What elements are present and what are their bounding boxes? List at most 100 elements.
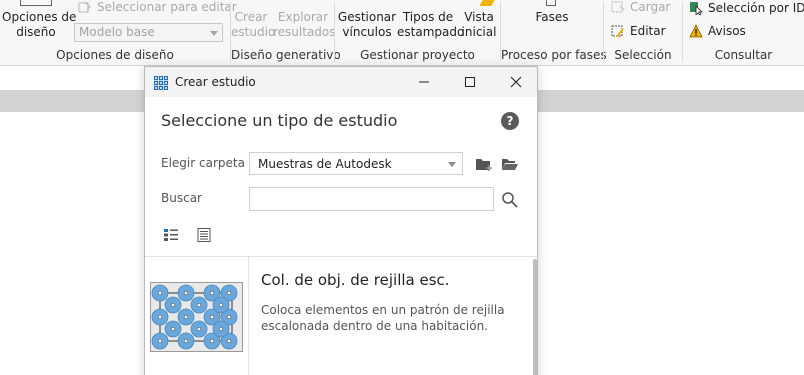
minimize-icon (419, 81, 429, 83)
list-view-button[interactable] (160, 224, 182, 246)
warnings-icon (689, 24, 703, 38)
load-selection-label: Cargar (630, 0, 671, 14)
edit-selection-button[interactable]: Editar (611, 24, 666, 38)
panel-generative-design: Crear estudio Explorar resultados Diseño… (231, 0, 341, 66)
maximize-button[interactable] (447, 67, 493, 97)
grid-node-center (209, 290, 215, 296)
grid-node-center (218, 302, 224, 308)
create-study-label-2: estudio (231, 25, 276, 39)
panel-title-generative: Diseño generativo (231, 48, 341, 62)
folder-label: Elegir carpeta (161, 156, 245, 170)
design-options-icon (20, 0, 52, 6)
study-title[interactable]: Col. de obj. de rejilla esc. (261, 271, 450, 289)
dialog-title: Crear estudio (175, 75, 256, 89)
panel-title-inquiry: Consultar (714, 48, 773, 62)
help-icon[interactable]: ? (501, 112, 519, 130)
select-by-id-icon (689, 1, 703, 16)
grid-node-center (209, 314, 215, 320)
grid-node-center (196, 326, 202, 332)
grid-node-center (157, 314, 163, 320)
study-description: Coloca elementos en un patrón de rejilla… (261, 303, 505, 333)
close-icon (510, 76, 522, 88)
minimize-button[interactable] (401, 67, 447, 97)
folder-select[interactable]: Muestras de Autodesk (249, 152, 463, 175)
search-input[interactable] (249, 187, 494, 211)
manage-links-button[interactable]: Gestionar vínculos (337, 10, 397, 40)
panel-title-project: Gestionar proyecto (360, 48, 475, 62)
chevron-down-icon (210, 31, 218, 36)
new-folder-icon (476, 159, 492, 171)
edit-selection-icon (611, 24, 625, 38)
select-for-edit-icon (78, 0, 92, 14)
grid-node-center (157, 290, 163, 296)
design-option-combo-value: Modelo base (79, 25, 155, 39)
list-view-icon (164, 229, 178, 241)
grid-node-center (170, 302, 176, 308)
study-thumbnail-column[interactable] (145, 257, 249, 375)
select-for-edit-label: Seleccionar para editar (97, 0, 237, 14)
panel-phasing: Fases Proceso por fases (501, 0, 607, 66)
grid-node-center (209, 338, 215, 344)
starting-view-label-1: Vista (464, 10, 494, 24)
grid-node-center (226, 314, 232, 320)
grid-node-center (196, 302, 202, 308)
open-folder-icon (502, 159, 518, 170)
detail-view-button[interactable] (193, 224, 215, 246)
panel-title-design-options: Opciones de diseño (56, 48, 174, 62)
explore-outcomes-label-2: resultados (273, 25, 336, 39)
grid-node-center (226, 338, 232, 344)
panel-manage-project: Gestionar vínculos Tipos de estampado Vi… (335, 0, 500, 66)
starting-view-button[interactable]: Vista inicial (459, 10, 499, 40)
phases-icon (546, 0, 556, 6)
new-folder-button[interactable] (473, 153, 495, 175)
select-for-edit-button[interactable]: Seleccionar para editar (78, 0, 237, 14)
dialog-heading: Seleccione un tipo de estudio (161, 111, 398, 130)
explore-outcomes-button[interactable]: Explorar resultados (273, 10, 336, 40)
load-selection-button[interactable]: Cargar (611, 0, 670, 14)
edit-selection-label: Editar (630, 24, 666, 38)
grid-node-center (170, 326, 176, 332)
panel-title-selection: Selección (614, 48, 672, 62)
maximize-icon (465, 77, 475, 87)
manage-links-label-1: Gestionar (337, 10, 397, 24)
starting-view-label-2: inicial (461, 25, 497, 39)
panel-inquiry: Selección por ID Avisos Consultar (683, 0, 804, 66)
warnings-button[interactable]: Avisos (689, 24, 746, 38)
titleblocks-label-1: Tipos de (402, 10, 454, 24)
load-selection-icon (611, 0, 625, 14)
study-list-scrollbar[interactable] (533, 259, 537, 375)
grid-node-center (183, 314, 189, 320)
manage-links-label-2: vínculos (342, 25, 392, 39)
grid-app-icon (153, 75, 169, 94)
staggered-grid-icon (151, 284, 238, 350)
panel-selection: Cargar Editar Selección (604, 0, 682, 66)
design-options-label-1: Opciones de (2, 10, 77, 24)
search-icon (502, 192, 518, 208)
titleblocks-label-2: estampado (397, 25, 465, 39)
design-options-button[interactable]: Opciones de diseño (2, 10, 77, 40)
search-label: Buscar (161, 191, 202, 205)
panel-design-options: Opciones de diseño Seleccionar para edit… (0, 0, 237, 66)
dialog-titlebar[interactable]: Crear estudio (145, 67, 537, 97)
starting-view-icon (479, 0, 495, 6)
search-button[interactable] (499, 189, 521, 211)
create-study-label-1: Crear (234, 10, 268, 24)
open-folder-button[interactable] (499, 153, 521, 175)
grid-node-center (157, 338, 163, 344)
grid-node-center (183, 338, 189, 344)
folder-select-value: Muestras de Autodesk (258, 157, 392, 171)
design-option-combo[interactable]: Modelo base (74, 23, 223, 42)
design-options-label-2: diseño (16, 25, 56, 39)
create-study-button[interactable]: Crear estudio (231, 10, 276, 40)
select-by-id-button[interactable]: Selección por ID (689, 1, 804, 16)
chevron-down-icon (448, 162, 456, 167)
phases-button[interactable]: Fases (521, 10, 583, 25)
grid-node-center (183, 290, 189, 296)
panel-title-phasing: Proceso por fases (501, 48, 607, 62)
create-study-dialog: Crear estudio Seleccione un tipo de estu… (144, 66, 538, 375)
titleblocks-button[interactable]: Tipos de estampado (397, 10, 465, 40)
study-list: Col. de obj. de rejilla esc. Coloca elem… (145, 257, 537, 375)
detail-view-icon (197, 228, 211, 242)
ribbon: Opciones de diseño Seleccionar para edit… (0, 0, 804, 66)
close-button[interactable] (493, 67, 539, 97)
